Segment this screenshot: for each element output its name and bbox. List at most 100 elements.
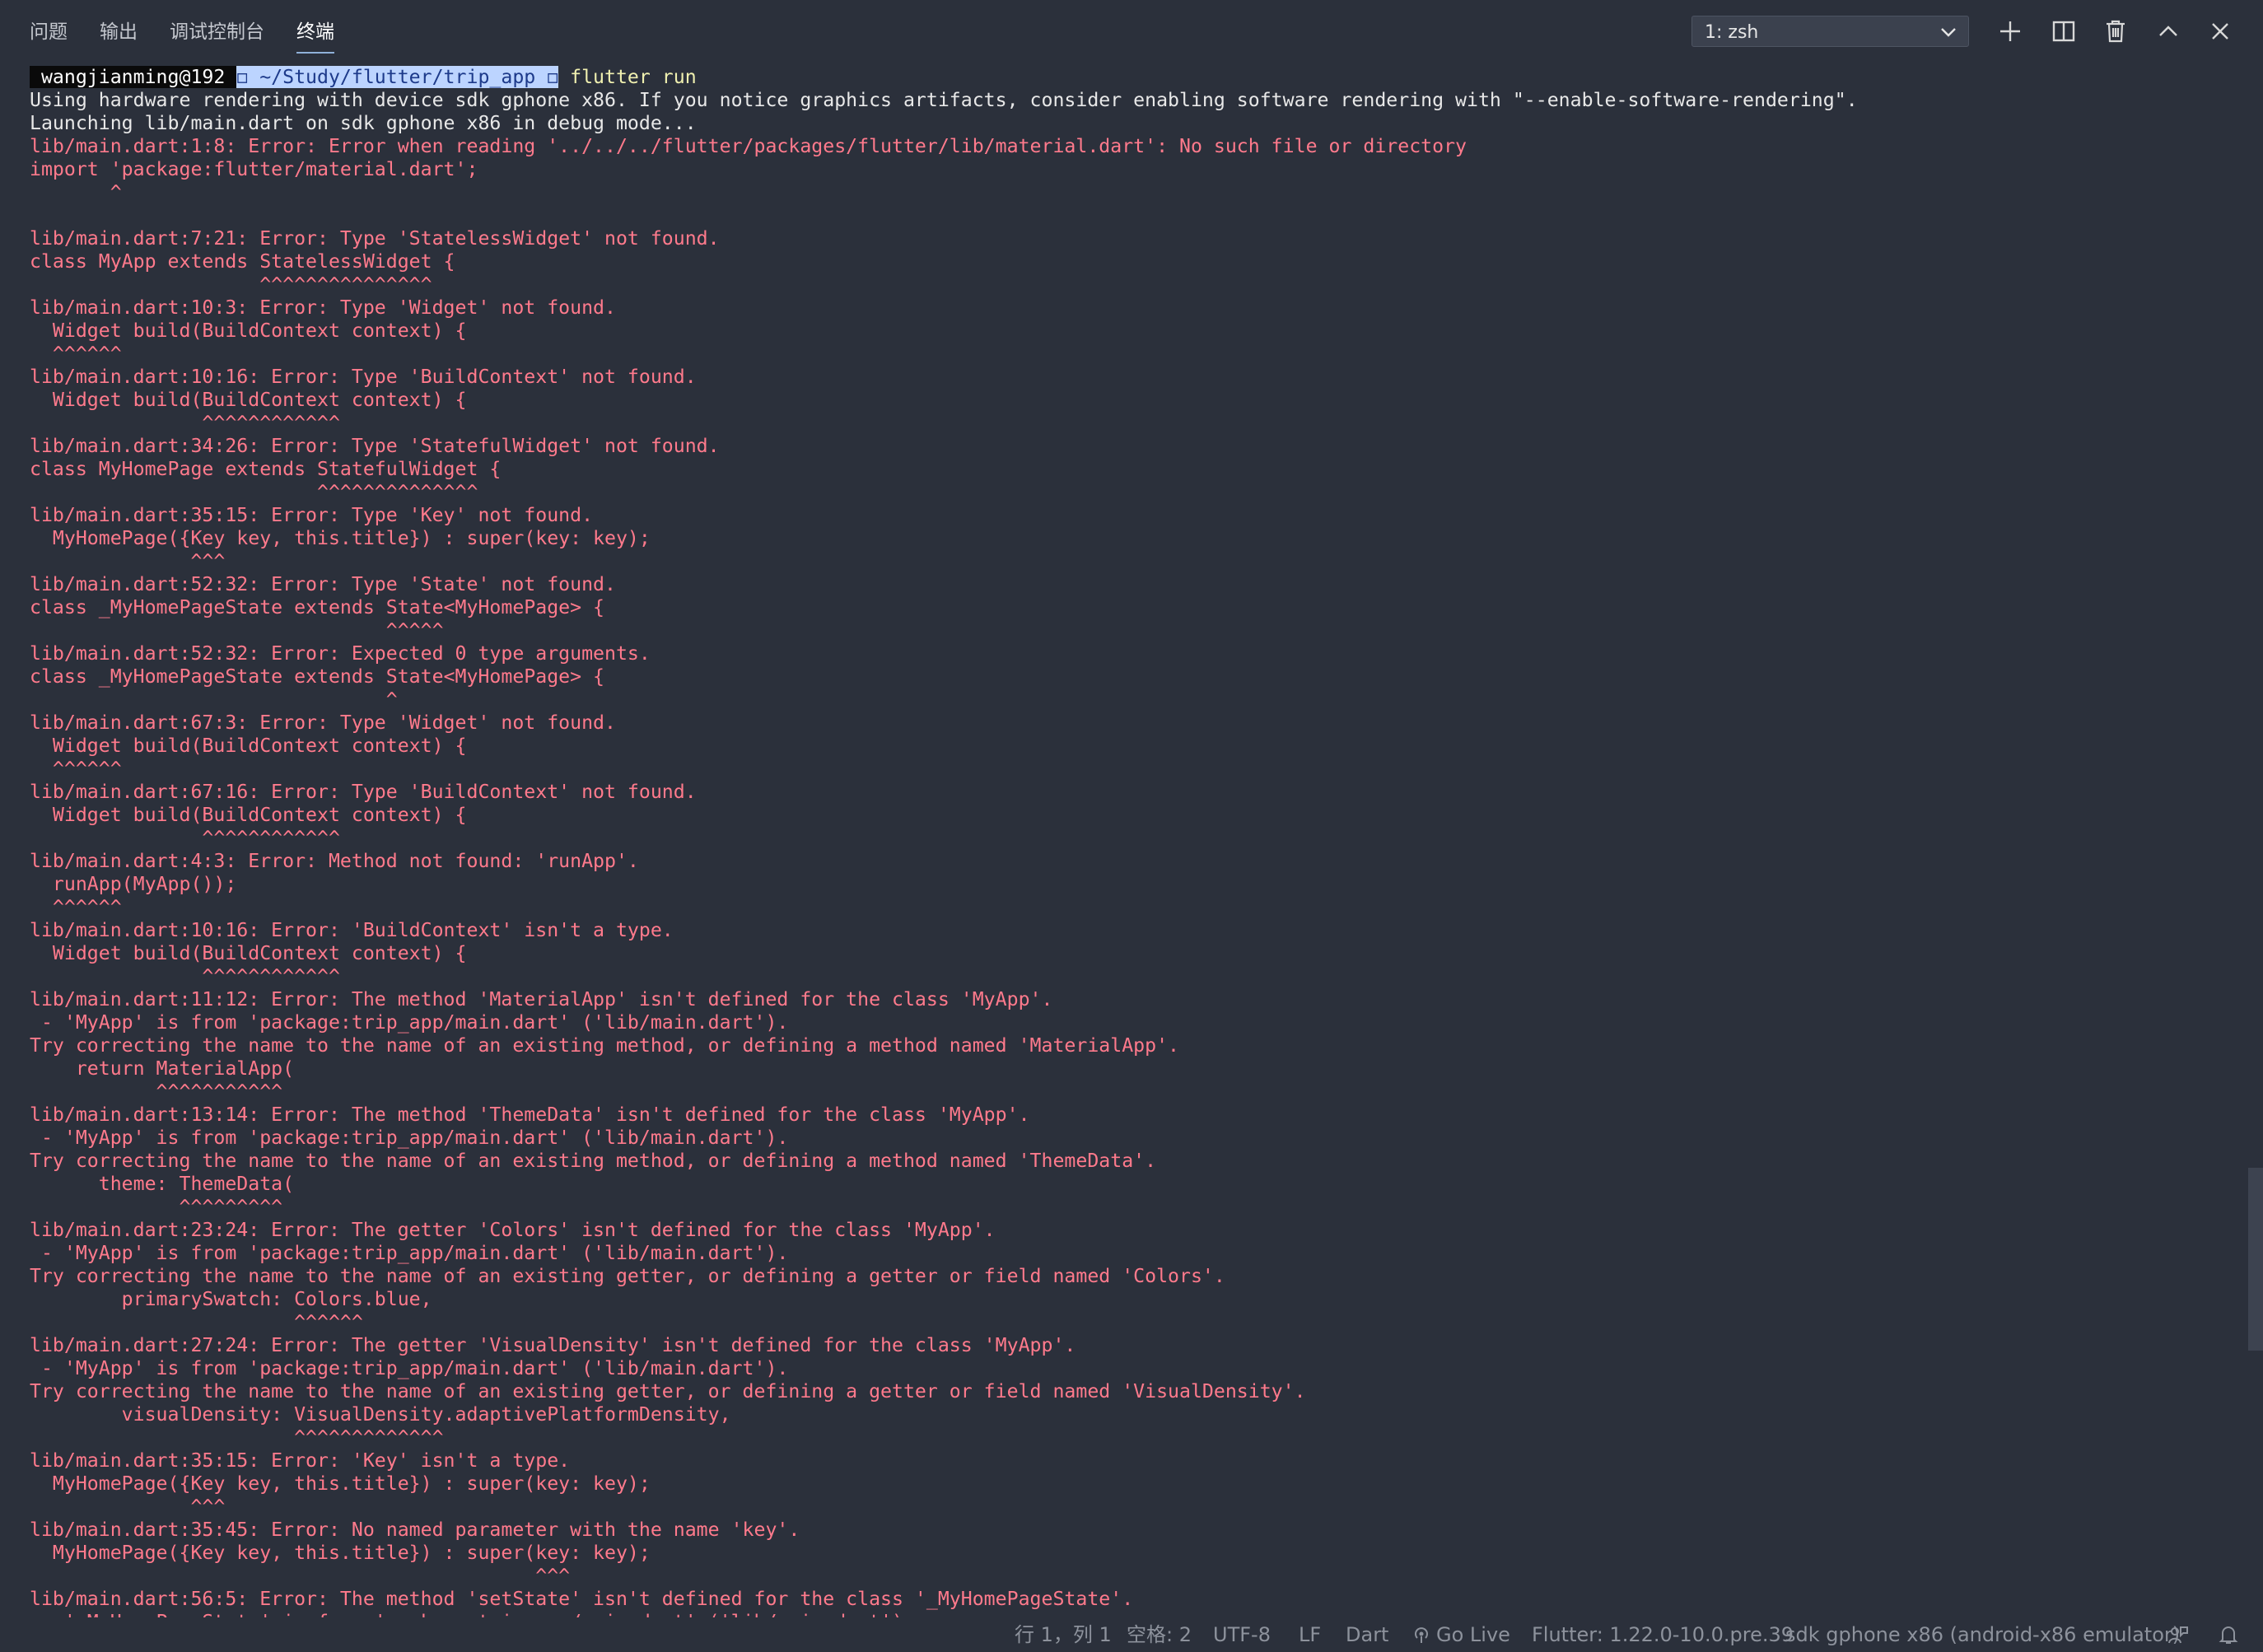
terminal-line: Widget build(BuildContext context) { — [30, 942, 467, 964]
status-device[interactable]: sdk gphone x86 (android-x86 emulator) — [1785, 1617, 2180, 1652]
terminal-line: ^^^^^^^^^^^^^^ — [30, 481, 478, 503]
terminal-line: lib/main.dart:23:24: Error: The getter '… — [30, 1219, 996, 1241]
terminal-select-value: 1: zsh — [1705, 22, 1759, 43]
status-flutter-version[interactable]: Flutter: 1.22.0-10.0.pre.39 — [1532, 1617, 1794, 1652]
terminal-line: primarySwatch: Colors.blue, — [30, 1288, 432, 1310]
terminal-line: runApp(MyApp()); — [30, 873, 237, 895]
prompt-command: flutter run — [558, 66, 697, 88]
terminal-line: lib/main.dart:35:15: Error: 'Key' isn't … — [30, 1449, 571, 1472]
terminal-line: ^^^ — [30, 1565, 571, 1587]
terminal-line: return MaterialApp( — [30, 1057, 295, 1080]
prompt-line: wangjianming@192 ◻ ~/Study/flutter/trip_… — [30, 66, 1858, 89]
prompt-user: wangjianming@192 — [30, 66, 237, 88]
terminal-line: ^^^^^^^^^^^ — [30, 1080, 283, 1103]
terminal-line: Widget build(BuildContext context) { — [30, 735, 467, 757]
terminal-scrollbar[interactable] — [2248, 1168, 2263, 1351]
terminal-line: Widget build(BuildContext context) { — [30, 804, 467, 826]
terminal-line: ^^^^^^^^^ — [30, 1196, 283, 1218]
status-eol[interactable]: LF — [1299, 1617, 1321, 1652]
terminal-line: lib/main.dart:52:32: Error: Expected 0 t… — [30, 642, 651, 665]
close-panel-button[interactable] — [2205, 16, 2236, 47]
terminal-line: class MyHomePage extends StatefulWidget … — [30, 458, 502, 480]
kill-terminal-button[interactable] — [2100, 16, 2131, 47]
terminal-line: Widget build(BuildContext context) { — [30, 389, 467, 411]
terminal-line: lib/main.dart:10:16: Error: 'BuildContex… — [30, 919, 674, 941]
terminal-line: Try correcting the name to the name of a… — [30, 1265, 1225, 1287]
terminal-line: ^^^^^ — [30, 619, 444, 642]
terminal-line: import 'package:flutter/material.dart'; — [30, 158, 478, 180]
status-encoding[interactable]: UTF-8 — [1213, 1617, 1271, 1652]
terminal-line: lib/main.dart:67:3: Error: Type 'Widget'… — [30, 712, 616, 734]
terminal-line: MyHomePage({Key key, this.title}) : supe… — [30, 1472, 651, 1495]
terminal-line: class MyApp extends StatelessWidget { — [30, 250, 455, 273]
terminal-line: lib/main.dart:27:24: Error: The getter '… — [30, 1334, 1076, 1356]
terminal-line: lib/main.dart:35:45: Error: No named par… — [30, 1519, 800, 1541]
terminal-view[interactable]: wangjianming@192 ◻ ~/Study/flutter/trip_… — [0, 63, 2243, 1617]
terminal-line: - 'MyApp' is from 'package:trip_app/main… — [30, 1011, 789, 1034]
split-terminal-button[interactable] — [2048, 16, 2079, 47]
status-cursor-position[interactable]: 行 1，列 1 — [1015, 1617, 1112, 1652]
terminal-line: ^^^^^^ — [30, 896, 122, 918]
terminal-line: lib/main.dart:7:21: Error: Type 'Statele… — [30, 227, 720, 250]
terminal-line: lib/main.dart:56:5: Error: The method 's… — [30, 1588, 1134, 1610]
chevron-down-icon — [1941, 28, 1956, 37]
terminal-line: Try correcting the name to the name of a… — [30, 1380, 1306, 1402]
terminal-line: lib/main.dart:10:3: Error: Type 'Widget'… — [30, 296, 616, 319]
terminal-line: lib/main.dart:4:3: Error: Method not fou… — [30, 850, 639, 872]
status-bar: 行 1，列 1 空格: 2 UTF-8 LF Dart Go Live Flut… — [0, 1617, 2263, 1652]
terminal-line: ^^^ — [30, 550, 226, 572]
tab-problems[interactable]: 问题 — [30, 0, 68, 63]
terminal-line: ^^^^^^^^^^^^ — [30, 965, 340, 987]
terminal-line: Launching lib/main.dart on sdk gphone x8… — [30, 112, 697, 134]
terminal-line: lib/main.dart:67:16: Error: Type 'BuildC… — [30, 781, 697, 803]
plus-icon — [2000, 21, 2020, 41]
terminal-line: lib/main.dart:34:26: Error: Type 'Statef… — [30, 435, 720, 457]
status-go-live-label: Go Live — [1436, 1623, 1510, 1646]
terminal-line: - 'MyApp' is from 'package:trip_app/main… — [30, 1357, 789, 1379]
terminal-line: - 'MyApp' is from 'package:trip_app/main… — [30, 1242, 789, 1264]
terminal-line: MyHomePage({Key key, this.title}) : supe… — [30, 527, 651, 549]
chevron-up-icon — [2159, 26, 2177, 36]
terminal-line: theme: ThemeData( — [30, 1173, 295, 1195]
terminal-line: ^^^^^^^^^^^^^ — [30, 1426, 444, 1449]
terminal-line: ^^^^^^ — [30, 758, 122, 780]
terminal-line: visualDensity: VisualDensity.adaptivePla… — [30, 1403, 731, 1426]
terminal-line: ^^^^^^ — [30, 343, 122, 365]
terminal-line: lib/main.dart:52:32: Error: Type 'State'… — [30, 573, 616, 595]
terminal-line: Try correcting the name to the name of a… — [30, 1150, 1157, 1172]
close-icon — [2212, 23, 2228, 40]
status-indentation[interactable]: 空格: 2 — [1127, 1617, 1192, 1652]
terminal-line: Try correcting the name to the name of a… — [30, 1034, 1180, 1057]
terminal-output: wangjianming@192 ◻ ~/Study/flutter/trip_… — [30, 66, 1858, 1617]
notifications-button[interactable] — [2219, 1617, 2238, 1652]
feedback-button[interactable] — [2167, 1617, 2189, 1652]
bell-icon — [2219, 1626, 2238, 1644]
terminal-line: Using hardware rendering with device sdk… — [30, 89, 1858, 111]
terminal-line: ^^^^^^^^^^^^^^^ — [30, 273, 432, 296]
terminal-line: ^^^^^^^^^^^^ — [30, 412, 340, 434]
terminal-line: ^^^ — [30, 1496, 226, 1518]
vscode-panel: 问题 输出 调试控制台 终端 1: zsh wangjianming@192 ◻… — [0, 0, 2263, 1652]
terminal-line: ^^^^^^ — [30, 1311, 363, 1333]
panel-header: 问题 输出 调试控制台 终端 1: zsh — [0, 0, 2263, 63]
terminal-line: Widget build(BuildContext context) { — [30, 320, 467, 342]
tab-terminal[interactable]: 终端 — [296, 0, 334, 63]
terminal-line: class _MyHomePageState extends State<MyH… — [30, 665, 605, 688]
maximize-panel-button[interactable] — [2153, 16, 2184, 47]
terminal-line: lib/main.dart:1:8: Error: Error when rea… — [30, 135, 1467, 157]
terminal-line: class _MyHomePageState extends State<MyH… — [30, 596, 605, 618]
tab-debug-console[interactable]: 调试控制台 — [170, 0, 264, 63]
terminal-line: MyHomePage({Key key, this.title}) : supe… — [30, 1542, 651, 1564]
terminal-line: ^ — [30, 688, 398, 711]
new-terminal-button[interactable] — [1995, 16, 2026, 47]
tab-output[interactable]: 输出 — [100, 0, 138, 63]
panel-tabs: 问题 输出 调试控制台 终端 — [30, 0, 366, 63]
status-language[interactable]: Dart — [1346, 1617, 1388, 1652]
split-editor-icon — [2052, 21, 2075, 42]
terminal-select[interactable]: 1: zsh — [1691, 16, 1969, 47]
terminal-line: ^^^^^^^^^^^^ — [30, 827, 340, 849]
terminal-line: - '_MyHomePageState' is from 'package:tr… — [30, 1611, 1858, 1617]
terminal-line: lib/main.dart:10:16: Error: Type 'BuildC… — [30, 366, 697, 388]
status-go-live[interactable]: Go Live — [1411, 1617, 1510, 1652]
